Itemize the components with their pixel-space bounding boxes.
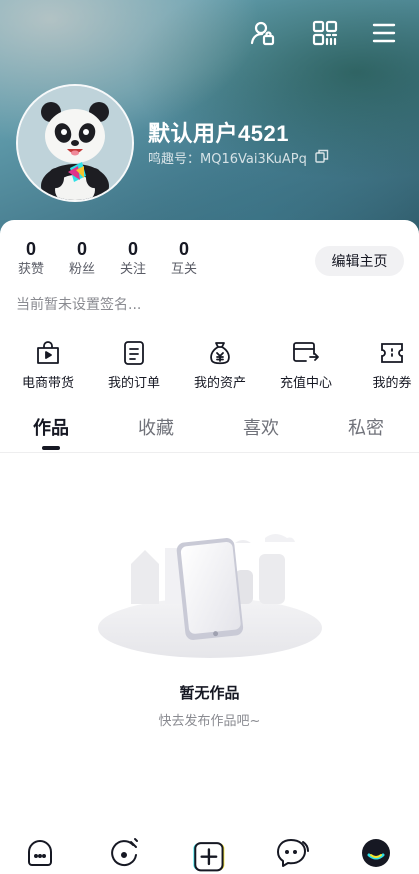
username: 默认用户4521 bbox=[148, 121, 289, 146]
panda-avatar-image bbox=[18, 86, 132, 200]
qr-code-icon[interactable] bbox=[310, 18, 340, 48]
empty-state-subtitle: 快去发布作品吧~ bbox=[158, 714, 261, 729]
service-assets[interactable]: 我的资产 bbox=[178, 340, 262, 391]
stat-likes[interactable]: 0 获赞 bbox=[16, 238, 46, 280]
active-tab-indicator bbox=[42, 446, 60, 450]
edit-profile-button[interactable]: 编辑主页 bbox=[315, 246, 404, 276]
stat-label: 获赞 bbox=[17, 262, 44, 277]
service-label: 充值中心 bbox=[279, 376, 332, 391]
stat-value: 0 bbox=[127, 239, 138, 259]
user-id: 鸣趣号：MQ16Vai3KuAPq bbox=[148, 148, 329, 167]
service-label: 我的订单 bbox=[107, 376, 160, 391]
stat-label: 粉丝 bbox=[68, 262, 95, 277]
order-document-icon bbox=[92, 340, 176, 366]
bio-text[interactable]: 当前暂未设置签名... bbox=[16, 294, 141, 314]
service-label: 我的券 bbox=[372, 376, 412, 391]
service-orders[interactable]: 我的订单 bbox=[92, 340, 176, 391]
discover-icon[interactable] bbox=[104, 836, 144, 874]
stat-label: 关注 bbox=[119, 262, 146, 277]
stat-followers[interactable]: 0 粉丝 bbox=[67, 238, 97, 280]
shopping-bag-play-icon bbox=[6, 340, 90, 366]
stat-mutual[interactable]: 0 互关 bbox=[169, 238, 199, 280]
service-coupons[interactable]: 我的券 bbox=[350, 340, 419, 391]
stat-value: 0 bbox=[178, 239, 189, 259]
service-label: 电商带货 bbox=[21, 376, 74, 391]
avatar[interactable] bbox=[16, 84, 134, 202]
tab-favorites[interactable]: 收藏 bbox=[116, 414, 196, 440]
tab-works[interactable]: 作品 bbox=[11, 414, 91, 440]
recharge-card-icon bbox=[264, 340, 348, 366]
menu-icon[interactable] bbox=[369, 18, 399, 48]
profile-avatar-icon[interactable] bbox=[356, 836, 396, 874]
service-label: 我的资产 bbox=[193, 376, 246, 391]
stat-following[interactable]: 0 关注 bbox=[118, 238, 148, 280]
empty-illustration bbox=[95, 500, 325, 665]
coupon-icon bbox=[350, 340, 419, 366]
home-chat-icon[interactable] bbox=[20, 836, 60, 874]
service-ecommerce[interactable]: 电商带货 bbox=[6, 340, 90, 391]
copy-icon[interactable] bbox=[315, 149, 329, 167]
messages-icon[interactable] bbox=[272, 836, 312, 874]
tab-private[interactable]: 私密 bbox=[326, 414, 406, 440]
tabs-divider bbox=[0, 452, 419, 453]
tab-likes[interactable]: 喜欢 bbox=[221, 414, 301, 440]
publish-plus-icon[interactable] bbox=[188, 836, 228, 874]
service-recharge[interactable]: 充值中心 bbox=[264, 340, 348, 391]
stat-value: 0 bbox=[76, 239, 87, 259]
stat-label: 互关 bbox=[170, 262, 197, 277]
person-add-icon[interactable] bbox=[248, 18, 278, 48]
user-id-label: 鸣趣号：MQ16Vai3KuAPq bbox=[148, 152, 307, 167]
stat-value: 0 bbox=[25, 239, 36, 259]
empty-state-title: 暂无作品 bbox=[179, 684, 240, 702]
money-bag-icon bbox=[178, 340, 262, 366]
